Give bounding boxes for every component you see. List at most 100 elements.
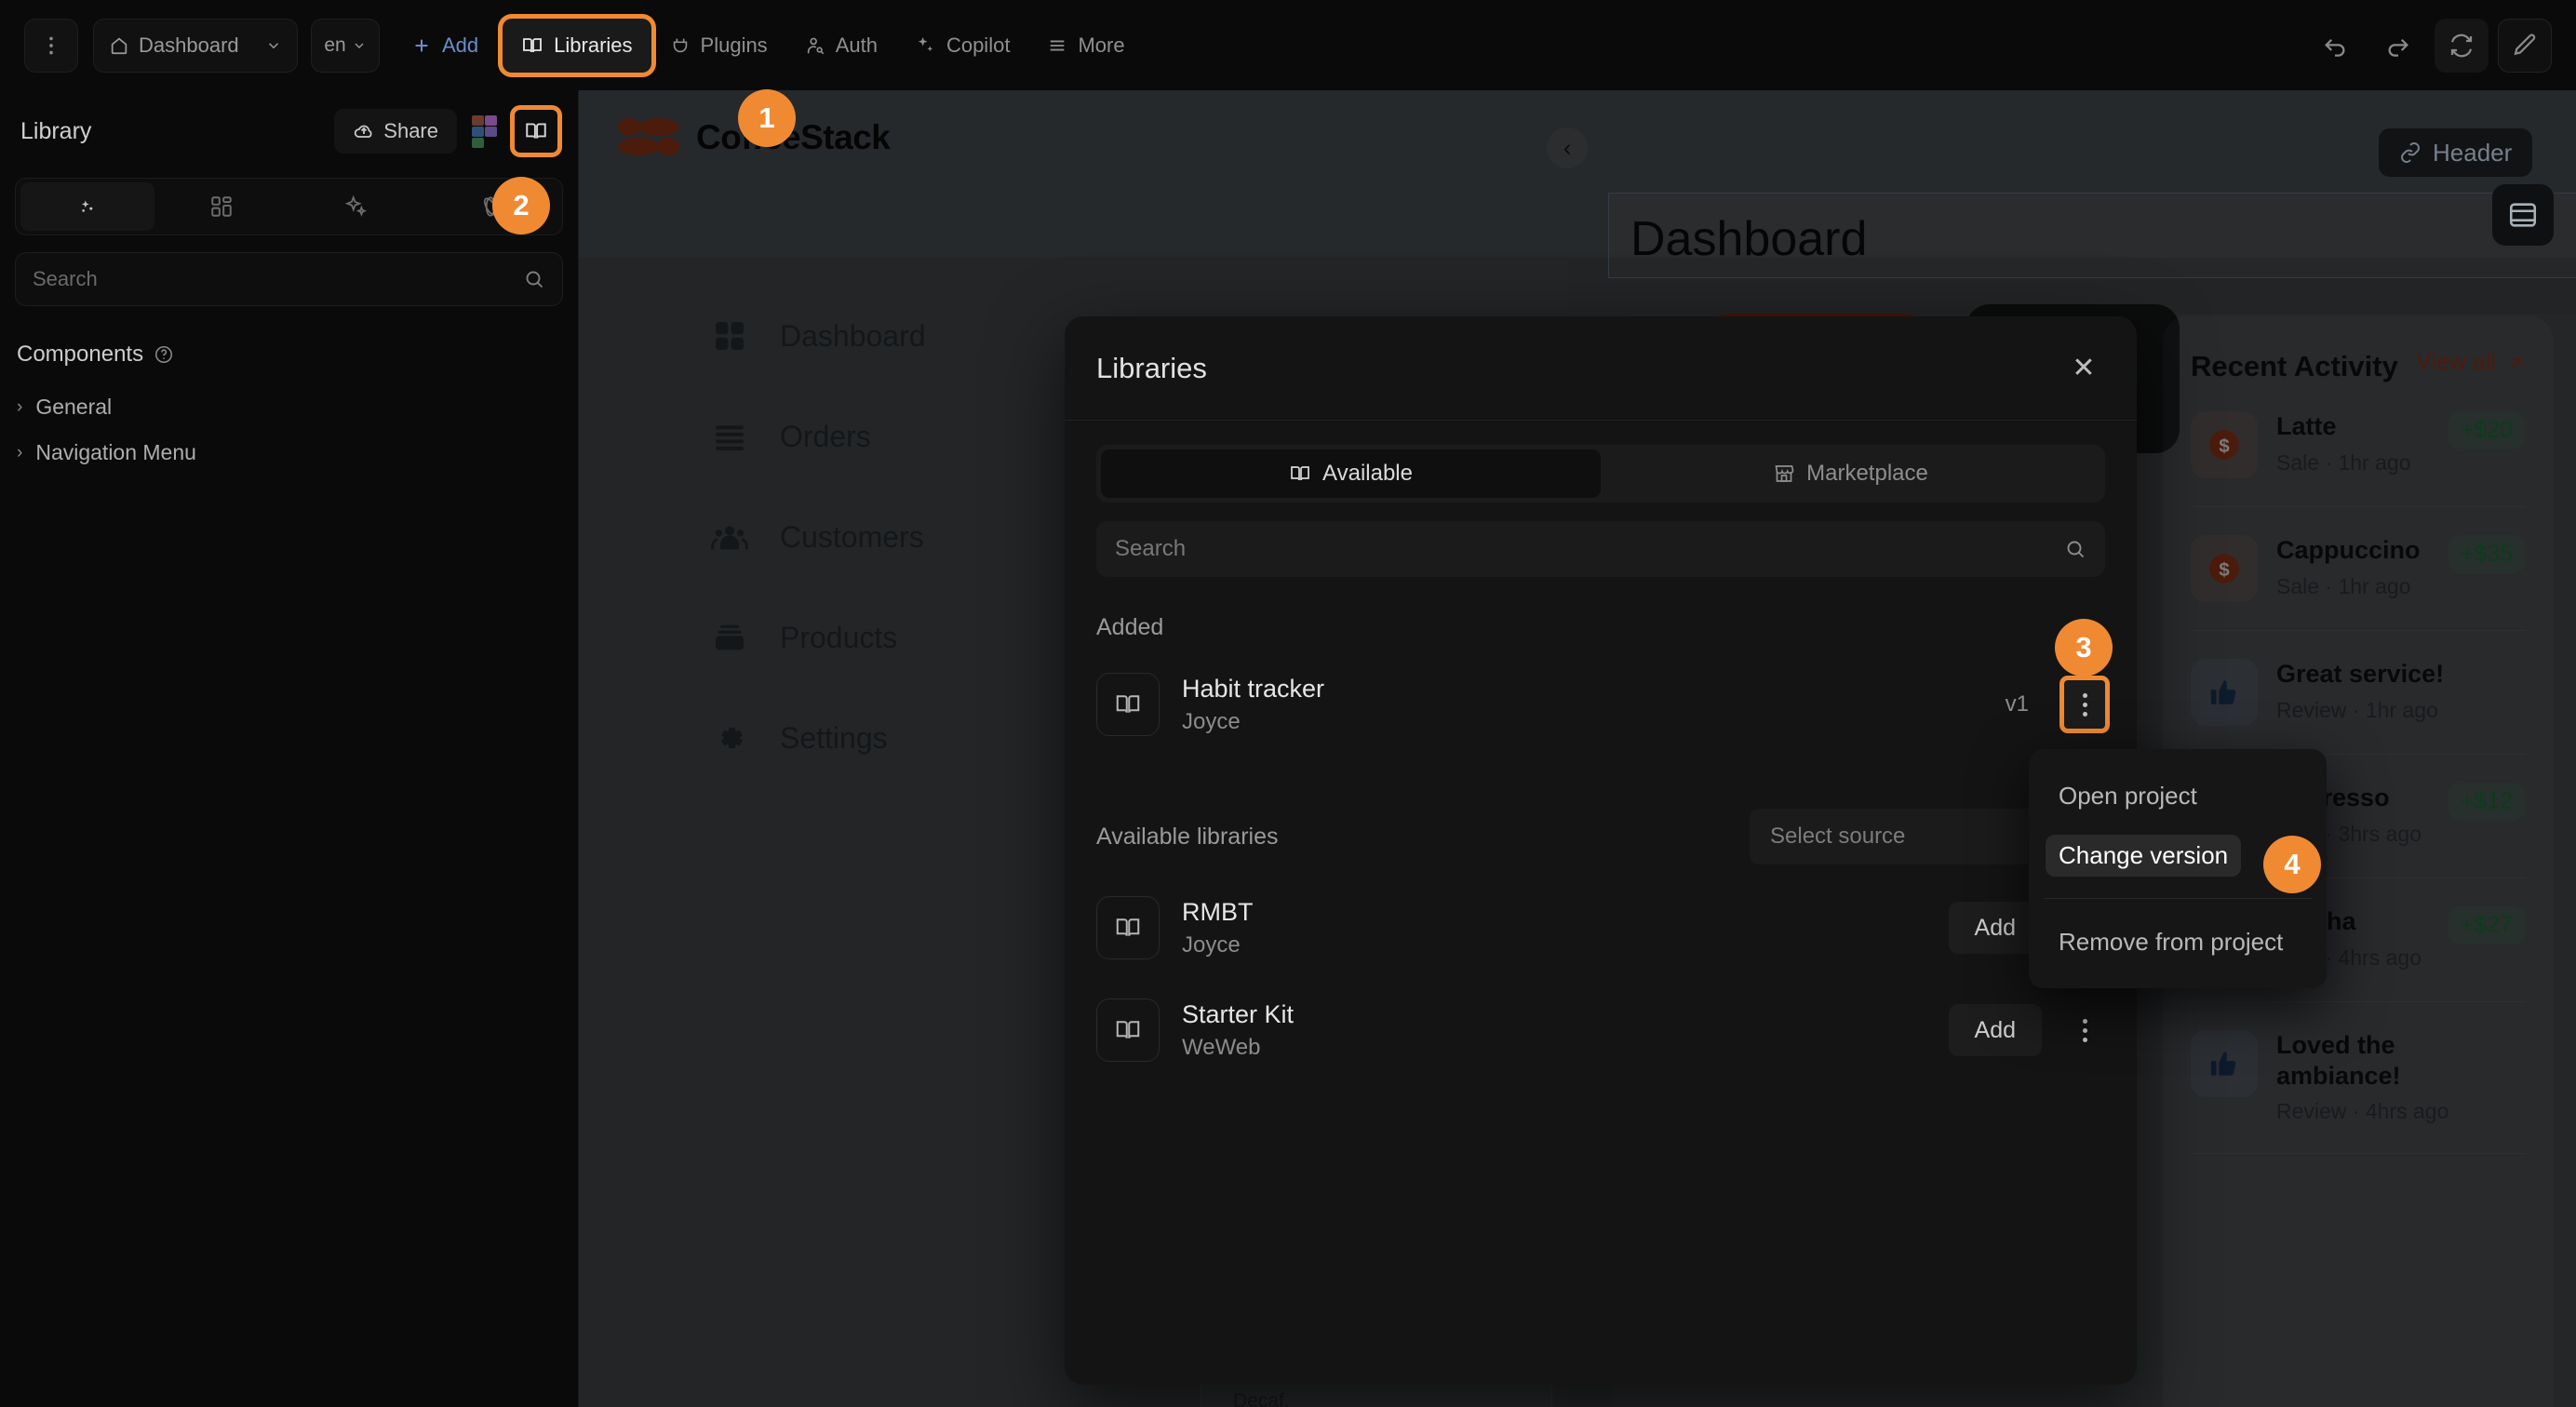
tab-ui-kit[interactable] bbox=[20, 182, 154, 231]
tree-item-general[interactable]: › General bbox=[0, 384, 578, 430]
nav-label: Orders bbox=[780, 420, 871, 454]
add-library-button[interactable]: Add bbox=[1949, 1004, 2042, 1056]
activity-row: Loved the ambiance! Review · 4hrs ago bbox=[2191, 1002, 2526, 1154]
menu-divider bbox=[2044, 898, 2312, 899]
library-search[interactable] bbox=[15, 252, 563, 306]
language-label: en bbox=[324, 34, 345, 57]
activity-name: Cappuccino bbox=[2276, 535, 2429, 565]
modal-body: Available Marketplace Added Habit tracke… bbox=[1065, 421, 2137, 1069]
activity-amount: +$35 bbox=[2448, 535, 2526, 573]
libraries-button[interactable]: Libraries bbox=[503, 19, 651, 73]
activity-name: Latte bbox=[2276, 411, 2429, 441]
list-icon bbox=[711, 418, 748, 455]
page-selector[interactable]: Dashboard bbox=[93, 19, 298, 73]
menu-item-label: Remove from project bbox=[2059, 928, 2283, 957]
book-icon bbox=[1096, 998, 1160, 1062]
search-icon bbox=[523, 268, 545, 290]
redo-icon[interactable] bbox=[2371, 19, 2425, 73]
view-all-label: View all bbox=[2416, 349, 2496, 376]
nav-label: Settings bbox=[780, 721, 888, 756]
activity-row: Great service! Review · 1hr ago bbox=[2191, 631, 2526, 755]
copilot-button[interactable]: Copilot bbox=[896, 19, 1028, 73]
library-name: RMBT bbox=[1182, 898, 1926, 927]
tree-item-navigation-menu[interactable]: › Navigation Menu bbox=[0, 430, 578, 476]
page-title: Dashboard bbox=[1630, 211, 1867, 267]
activity-sub: Sale · 1hr ago bbox=[2276, 573, 2429, 600]
library-version: v1 bbox=[2006, 691, 2029, 717]
header-element-badge[interactable]: Header bbox=[2379, 128, 2532, 177]
available-library-row: Starter Kit WeWeb Add bbox=[1096, 991, 2105, 1069]
added-section-label: Added bbox=[1096, 614, 2105, 641]
tab-components[interactable] bbox=[154, 182, 288, 231]
modal-search-input[interactable] bbox=[1115, 536, 2064, 562]
menu-icon bbox=[1047, 35, 1067, 56]
recent-activity-header: Recent Activity View all bbox=[2191, 349, 2526, 383]
toolbar-right-group bbox=[2308, 19, 2552, 73]
menu-item-open-project[interactable]: Open project bbox=[2029, 766, 2327, 825]
gear-icon bbox=[711, 719, 748, 757]
added-library-row: Habit tracker Joyce v1 bbox=[1096, 665, 2105, 744]
library-name: Habit tracker bbox=[1182, 675, 1983, 704]
available-section-header: Available libraries Select source bbox=[1096, 809, 2105, 864]
share-label: Share bbox=[383, 119, 438, 143]
refresh-icon[interactable] bbox=[2435, 19, 2489, 73]
top-toolbar: Dashboard en Add Libraries Plugins Auth bbox=[0, 0, 2576, 90]
tab-ai[interactable] bbox=[289, 182, 423, 231]
page-selector-label: Dashboard bbox=[139, 34, 256, 58]
available-section-label: Available libraries bbox=[1096, 824, 1750, 851]
view-all-link[interactable]: View all bbox=[2416, 349, 2526, 376]
undo-icon[interactable] bbox=[2308, 19, 2362, 73]
library-options-kebab-icon[interactable] bbox=[2064, 680, 2105, 729]
modal-tab-strip: Available Marketplace bbox=[1096, 445, 2105, 502]
activity-sub: Review · 4hrs ago bbox=[2276, 1098, 2526, 1125]
search-input[interactable] bbox=[33, 267, 523, 291]
auth-button[interactable]: Auth bbox=[786, 19, 896, 73]
user-key-icon bbox=[805, 35, 825, 56]
edit-icon[interactable] bbox=[2498, 19, 2552, 73]
grid-icon bbox=[711, 317, 748, 355]
book-icon bbox=[521, 34, 543, 57]
app-menu-button[interactable] bbox=[24, 19, 78, 73]
figma-icon[interactable] bbox=[472, 115, 500, 147]
activity-amount: +$20 bbox=[2448, 411, 2526, 449]
plugins-button[interactable]: Plugins bbox=[651, 19, 786, 73]
modal-header: Libraries ✕ bbox=[1065, 316, 2137, 421]
cloud-upload-icon bbox=[353, 120, 375, 142]
callout-badge-4: 4 bbox=[2263, 836, 2321, 893]
libraries-modal: Libraries ✕ Available Marketplace bbox=[1065, 316, 2137, 1385]
menu-item-remove-from-project[interactable]: Remove from project bbox=[2029, 912, 2327, 972]
tab-marketplace[interactable]: Marketplace bbox=[1601, 449, 2100, 498]
activity-name: Great service! bbox=[2276, 659, 2526, 689]
libraries-label: Libraries bbox=[554, 34, 632, 58]
library-author: WeWeb bbox=[1182, 1035, 1926, 1061]
more-button[interactable]: More bbox=[1028, 19, 1143, 73]
activity-sub: Sale · 1hr ago bbox=[2276, 449, 2429, 476]
menu-item-label: Change version bbox=[2046, 835, 2241, 877]
library-options-kebab-icon[interactable] bbox=[2064, 1006, 2105, 1054]
add-label: Add bbox=[442, 34, 478, 58]
sparkle-icon bbox=[915, 34, 936, 56]
close-icon[interactable]: ✕ bbox=[2062, 347, 2105, 390]
chevron-down-icon bbox=[265, 37, 282, 54]
thumbs-up-icon bbox=[2191, 659, 2258, 726]
modal-search[interactable] bbox=[1096, 521, 2105, 577]
library-toggle-button[interactable] bbox=[515, 110, 557, 153]
coffee-beans-icon bbox=[618, 118, 679, 157]
help-icon[interactable] bbox=[154, 344, 174, 365]
sidebar-collapse-button[interactable]: ‹ bbox=[1547, 127, 1588, 168]
nav-label: Products bbox=[780, 621, 897, 655]
nav-label: Customers bbox=[780, 520, 924, 555]
dollar-icon: $ bbox=[2191, 411, 2258, 478]
tab-available[interactable]: Available bbox=[1101, 449, 1601, 498]
share-button[interactable]: Share bbox=[334, 109, 457, 154]
thumbs-up-icon bbox=[2191, 1030, 2258, 1097]
auth-label: Auth bbox=[836, 34, 878, 58]
add-button[interactable]: Add bbox=[393, 19, 497, 73]
book-icon bbox=[1289, 462, 1311, 485]
components-label: Components bbox=[17, 342, 143, 368]
layout-panel-icon[interactable] bbox=[2492, 184, 2554, 246]
activity-name: Loved the ambiance! bbox=[2276, 1030, 2526, 1091]
arrow-up-right-icon bbox=[2505, 353, 2526, 373]
language-selector[interactable]: en bbox=[311, 19, 380, 73]
add-library-button[interactable]: Add bbox=[1949, 902, 2042, 954]
